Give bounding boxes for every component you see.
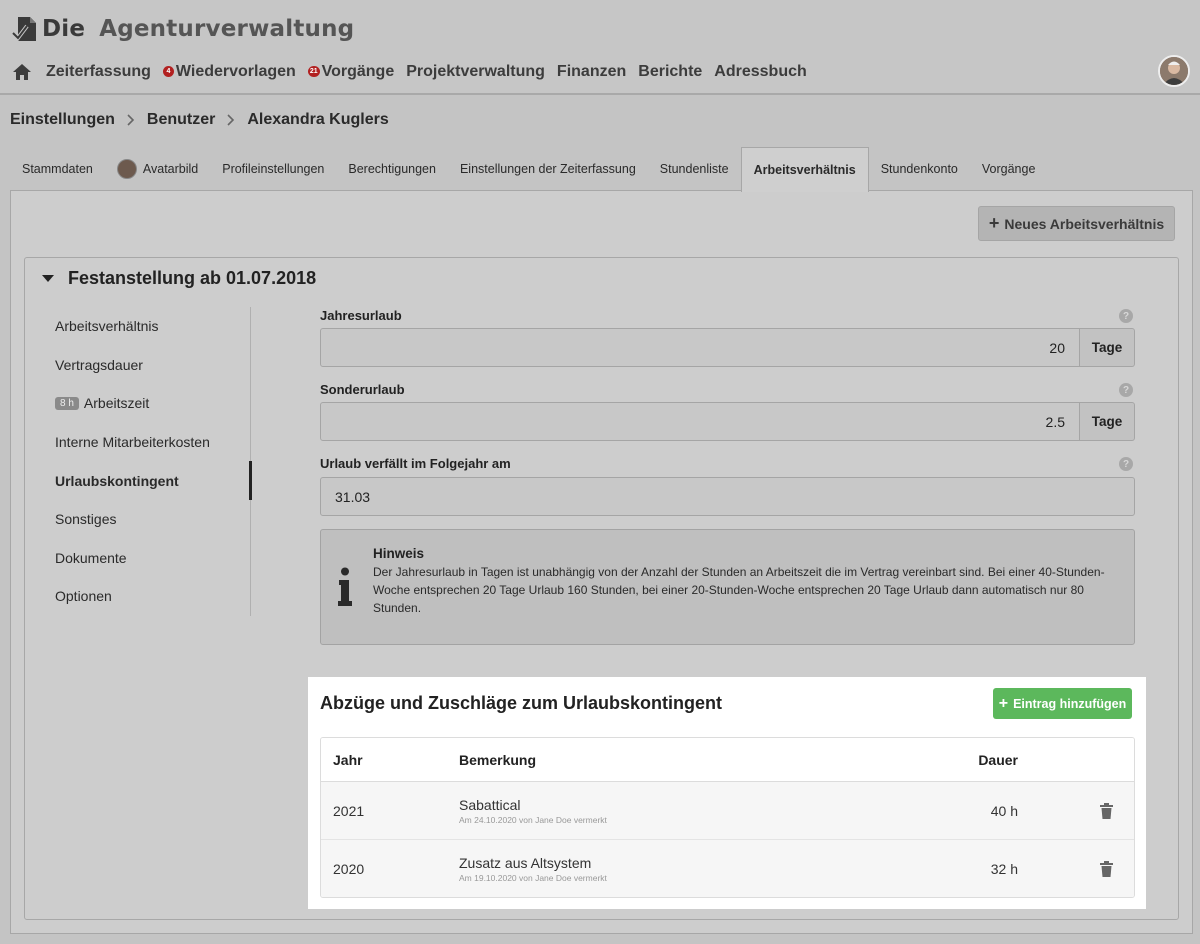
sonderurlaub-label: Sonderurlaub [320, 382, 405, 397]
notification-badge: 21 [307, 65, 320, 77]
table-row: 2020 Zusatz aus Altsystem Am 19.10.2020 … [321, 840, 1134, 897]
column-remark: Bemerkung [459, 751, 537, 768]
row-remark: Sabattical [459, 796, 521, 813]
app-header: Die Agenturverwaltung Zeiterfassung 4 Wie… [0, 0, 1200, 95]
add-entry-button[interactable]: + Eintrag hinzufügen [993, 688, 1132, 719]
employment-card-title[interactable]: Festanstellung ab 01.07.2018 [42, 268, 316, 289]
nav-wiedervorlagen[interactable]: 4 Wiedervorlagen [162, 60, 296, 84]
tab-vorgaenge[interactable]: Vorgänge [970, 147, 1048, 191]
avatar-icon [1160, 57, 1188, 85]
adjustments-table: Jahr Bemerkung Dauer 2021 Sabattical Am … [320, 737, 1135, 898]
hours-badge: 8 h [55, 396, 79, 410]
help-icon[interactable]: ? [1119, 457, 1133, 471]
row-year: 2020 [333, 861, 365, 877]
breadcrumb-current-user: Alexandra Kuglers [247, 111, 389, 128]
section-vertragsdauer[interactable]: Vertragsdauer [55, 346, 252, 385]
jahresurlaub-field: 20 Tage [320, 328, 1135, 367]
table-row: 2021 Sabattical Am 24.10.2020 von Jane D… [321, 782, 1134, 840]
section-urlaubskontingent[interactable]: Urlaubskontingent [55, 461, 252, 500]
verfall-input[interactable]: 31.03 [320, 477, 1135, 516]
logo-name: Agenturverwaltung [99, 16, 355, 42]
chevron-right-icon [127, 114, 135, 126]
breadcrumb: Einstellungen Benutzer Alexandra Kuglers [10, 111, 389, 129]
column-year: Jahr [333, 751, 363, 768]
jahresurlaub-label: Jahresurlaub [320, 308, 402, 323]
row-note: Am 24.10.2020 von Jane Doe vermerkt [459, 814, 607, 825]
app-logo[interactable]: Die Agenturverwaltung [12, 15, 354, 43]
verfall-label: Urlaub verfällt im Folgejahr am [320, 456, 511, 471]
tab-arbeitsverhaeltnis[interactable]: Arbeitsverhältnis [740, 147, 869, 192]
new-employment-button[interactable]: + Neues Arbeitsverhältnis [978, 206, 1175, 241]
trash-icon[interactable] [1100, 861, 1113, 877]
help-icon[interactable]: ? [1119, 383, 1133, 397]
chevron-right-icon [227, 114, 235, 126]
section-interne-mitarbeiterkosten[interactable]: Interne Mitarbeiterkosten [55, 423, 252, 462]
user-avatar[interactable] [1158, 55, 1190, 87]
logo-die: Die [42, 16, 86, 42]
tab-profileinstellungen[interactable]: Profileinstellungen [210, 147, 336, 191]
row-note: Am 19.10.2020 von Jane Doe vermerkt [459, 873, 607, 883]
tab-avatarbild[interactable]: Avatarbild [105, 147, 210, 191]
plus-icon: + [988, 213, 1000, 233]
nav-projektverwaltung[interactable]: Projektverwaltung [406, 60, 545, 84]
row-remark: Zusatz aus Altsystem [459, 855, 592, 871]
section-sonstiges[interactable]: Sonstiges [55, 500, 252, 539]
tab-berechtigungen[interactable]: Berechtigungen [336, 147, 448, 191]
jahresurlaub-unit: Tage [1080, 328, 1135, 367]
table-header: Jahr Bemerkung Dauer [321, 738, 1134, 782]
column-duration: Dauer [978, 751, 1018, 768]
logo-icon [12, 17, 36, 42]
sonderurlaub-field: 2.5 Tage [320, 402, 1135, 441]
nav-adressbuch[interactable]: Adressbuch [714, 60, 806, 84]
help-icon[interactable]: ? [1119, 309, 1133, 323]
tab-einstellungen-zeiterfassung[interactable]: Einstellungen der Zeiterfassung [448, 147, 648, 191]
nav-berichte[interactable]: Berichte [638, 60, 702, 84]
nav-zeiterfassung[interactable]: Zeiterfassung [46, 60, 151, 84]
adjustments-title: Abzüge und Zuschläge zum Urlaubskontinge… [320, 693, 723, 713]
caret-down-icon [42, 275, 54, 282]
breadcrumb-benutzer[interactable]: Benutzer [147, 111, 215, 129]
nav-finanzen[interactable]: Finanzen [557, 60, 626, 84]
sonderurlaub-unit: Tage [1080, 402, 1135, 441]
notification-badge: 4 [162, 65, 174, 77]
plus-icon: + [998, 694, 1009, 712]
hint-text: Der Jahresurlaub in Tagen ist unabhängig… [373, 565, 1105, 615]
section-arbeitszeit[interactable]: 8 h Arbeitszeit [55, 384, 252, 423]
row-duration: 32 h [990, 861, 1018, 877]
user-tabs: Stammdaten Avatarbild Profileinstellunge… [10, 147, 1048, 192]
jahresurlaub-input[interactable]: 20 [320, 328, 1080, 367]
nav-vorgaenge[interactable]: 21 Vorgänge [307, 60, 394, 84]
avatar-thumbnail [116, 159, 137, 179]
breadcrumb-einstellungen[interactable]: Einstellungen [10, 111, 115, 129]
section-nav: Arbeitsverhältnis Vertragsdauer 8 h Arbe… [55, 307, 252, 616]
sonderurlaub-input[interactable]: 2.5 [320, 402, 1080, 441]
tab-stammdaten[interactable]: Stammdaten [10, 147, 105, 191]
trash-icon[interactable] [1100, 802, 1113, 819]
section-arbeitsverhaeltnis[interactable]: Arbeitsverhältnis [55, 307, 252, 346]
section-dokumente[interactable]: Dokumente [55, 539, 252, 578]
info-icon [338, 567, 352, 606]
section-optionen[interactable]: Optionen [55, 577, 252, 616]
row-duration: 40 h [990, 802, 1018, 819]
main-nav: Zeiterfassung 4 Wiedervorlagen 21 Vorgän… [12, 60, 819, 84]
tab-stundenkonto[interactable]: Stundenkonto [869, 147, 970, 191]
tab-stundenliste[interactable]: Stundenliste [648, 147, 741, 191]
hint-title: Hinweis [373, 546, 425, 561]
active-section-indicator [249, 461, 252, 500]
home-icon[interactable] [12, 63, 32, 81]
row-year: 2021 [333, 802, 365, 819]
